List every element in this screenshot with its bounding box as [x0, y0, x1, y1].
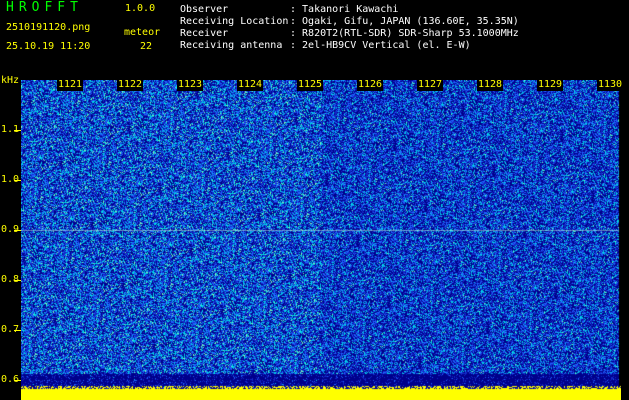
app-version: 1.0.0 — [125, 3, 156, 14]
time-tick: 1123 — [177, 79, 204, 91]
time-tick: 1121 — [57, 79, 84, 91]
info-label-receiver: Receiver — [180, 28, 229, 39]
info-value-location: : Ogaki, Gifu, JAPAN (136.60E, 35.35N) — [290, 16, 519, 27]
time-tick: 1129 — [537, 79, 564, 91]
meteor-count: 22 — [140, 41, 153, 52]
time-tick: 1125 — [297, 79, 324, 91]
info-value-observer: : Takanori Kawachi — [290, 4, 399, 15]
time-tick: 1126 — [357, 79, 384, 91]
info-value-receiver: : R820T2(RTL-SDR) SDR-Sharp 53.1000MHz — [290, 28, 519, 39]
info-label-antenna: Receiving antenna — [180, 40, 283, 51]
timestamp: 25.10.19 11:20 — [6, 41, 91, 52]
info-value-antenna: : 2el-HB9CV Vertical (el. E-W) — [290, 40, 471, 51]
time-tick: 1124 — [237, 79, 264, 91]
info-label-location: Receiving Location — [180, 16, 289, 27]
y-tick — [14, 230, 21, 231]
time-tick: 1127 — [417, 79, 444, 91]
time-tick: 1128 — [477, 79, 504, 91]
spectrogram — [21, 80, 621, 400]
y-tick — [14, 330, 21, 331]
time-axis: 1121 1122 1123 1124 1125 1126 1127 1128 … — [0, 79, 629, 93]
app-brand: HROFFT — [6, 0, 83, 15]
y-tick — [14, 180, 21, 181]
y-tick — [14, 380, 21, 381]
y-tick — [14, 130, 21, 131]
image-filename: 2510191120.png — [6, 22, 91, 33]
time-tick: 1130 — [597, 79, 624, 91]
mode-label: meteor — [124, 27, 161, 38]
time-tick: 1122 — [117, 79, 144, 91]
y-tick — [14, 280, 21, 281]
info-label-observer: Observer — [180, 4, 229, 15]
